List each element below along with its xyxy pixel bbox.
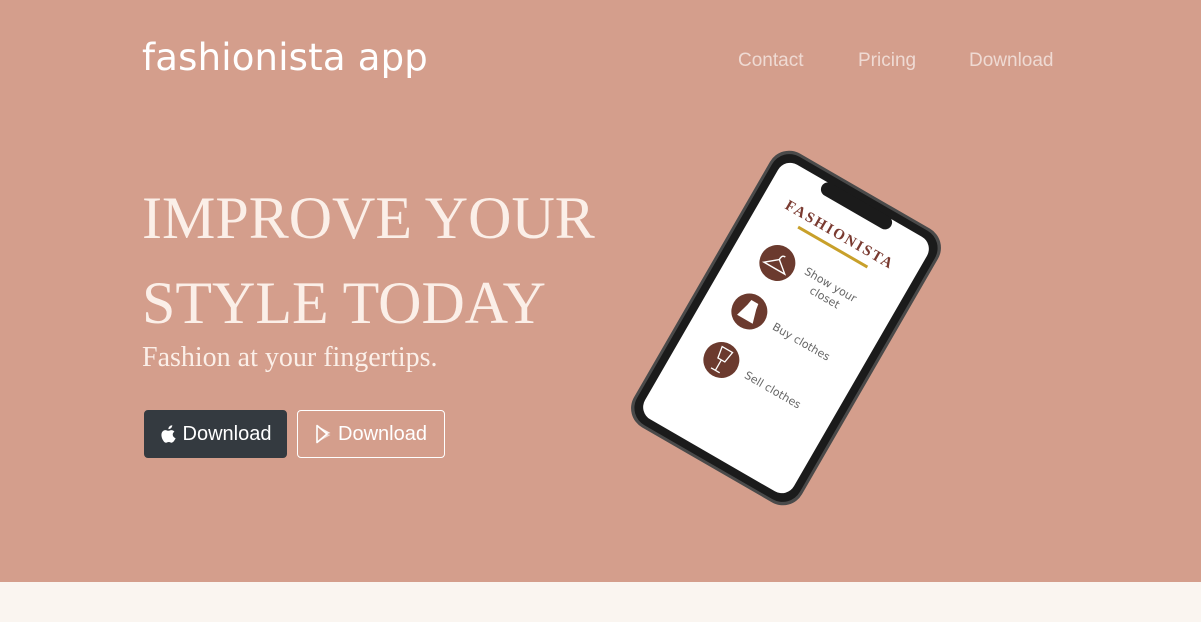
nav-link-contact[interactable]: Contact (738, 50, 803, 72)
app-store-download-button[interactable]: Download (144, 410, 287, 458)
hero-subtitle: Fashion at your fingertips. (142, 342, 438, 373)
headline-line-2: STYLE TODAY (142, 270, 546, 336)
apple-icon (160, 425, 176, 443)
brand-logo[interactable]: fashionista app (142, 36, 428, 79)
google-play-icon (316, 424, 331, 444)
headline-line-1: IMPROVE YOUR (142, 185, 595, 251)
next-section (0, 582, 1201, 622)
nav-link-download[interactable]: Download (969, 50, 1054, 72)
hero-headline: IMPROVE YOUR STYLE TODAY (142, 176, 662, 346)
google-play-button-label: Download (338, 422, 427, 445)
app-store-button-label: Download (182, 422, 272, 445)
nav-link-pricing[interactable]: Pricing (858, 50, 916, 72)
google-play-download-button[interactable]: Download (297, 410, 445, 458)
